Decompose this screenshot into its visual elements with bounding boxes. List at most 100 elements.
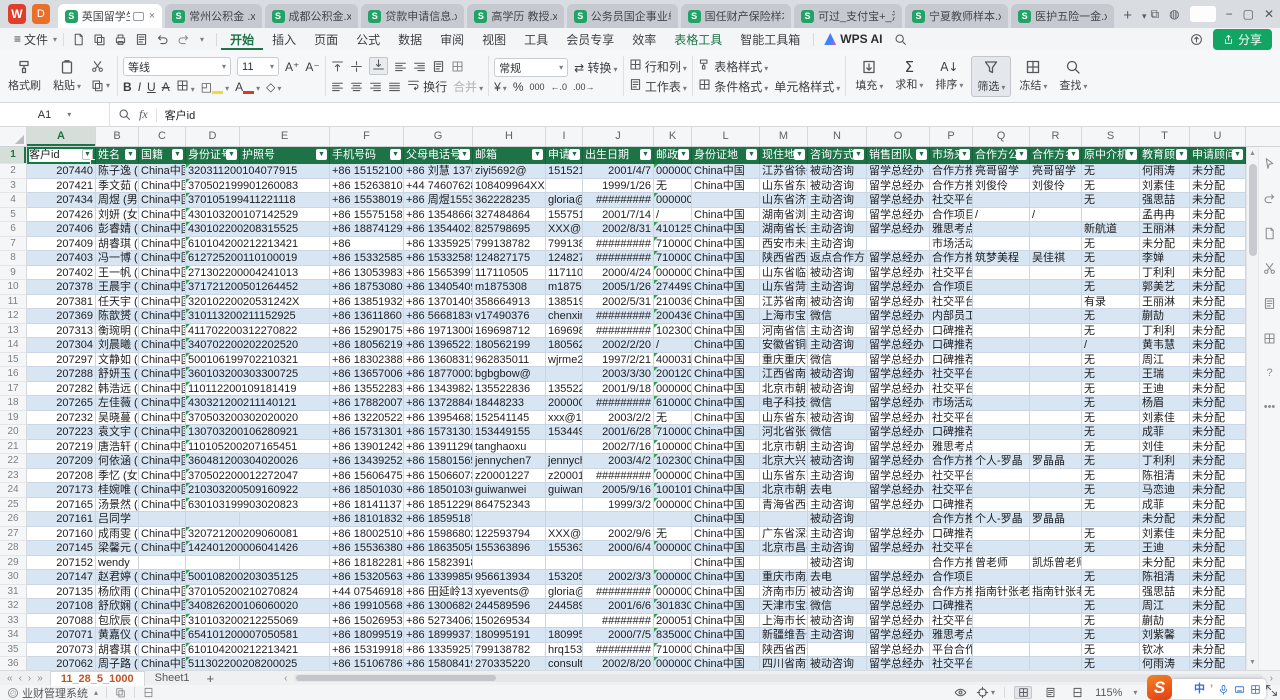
fx-icon[interactable]: fx (139, 107, 148, 122)
cell[interactable] (973, 657, 1030, 670)
cell[interactable] (473, 512, 546, 527)
cell[interactable]: 未分配 (1190, 512, 1246, 527)
filter-dropdown-button[interactable]: ▼ (1016, 149, 1027, 160)
cell[interactable]: 有录 (1082, 295, 1140, 310)
cell[interactable] (1030, 469, 1082, 484)
cell[interactable]: 207440 (27, 164, 96, 179)
cell[interactable]: 200120 (654, 367, 692, 382)
cell[interactable] (692, 193, 760, 208)
currency-button[interactable]: ¥▾ (494, 80, 507, 94)
cell[interactable] (1030, 266, 1082, 281)
cell[interactable]: 北京市朝阳 (760, 440, 808, 455)
cell[interactable]: +86 1506607386 (404, 469, 473, 484)
cell[interactable]: 207173 (27, 483, 96, 498)
cell[interactable]: 135522836 (546, 382, 583, 397)
menu-tab[interactable]: 会员专享 (557, 29, 623, 50)
column-header-cell[interactable]: 父母电话号码▼ (404, 147, 473, 164)
cell[interactable] (973, 498, 1030, 513)
cell[interactable]: 无 (1082, 309, 1140, 324)
cell[interactable]: 北京市昌平 (760, 541, 808, 556)
cell[interactable]: +86 1391129694 (404, 440, 473, 455)
cell[interactable]: 留学总经办 (867, 541, 930, 556)
cell[interactable]: 衡琬明 (女 (96, 324, 139, 339)
cell[interactable]: +86 1339985047 (404, 570, 473, 585)
cell[interactable]: +86 15263810 (330, 179, 404, 194)
cell[interactable]: 北京大兴区 (760, 454, 808, 469)
cell[interactable]: +86 18874129 (330, 222, 404, 237)
wps-ai-button[interactable]: WPS AI (818, 32, 888, 46)
cell[interactable]: 117110505 (546, 266, 583, 281)
cell[interactable]: 陕西省西安 (760, 643, 808, 658)
filter-dropdown-button[interactable]: ▼ (172, 149, 183, 160)
row-number[interactable]: 7 (0, 237, 27, 252)
cell[interactable] (583, 556, 654, 571)
cell[interactable]: +86 15026953 (330, 614, 404, 629)
cell[interactable]: 835000 (654, 628, 692, 643)
cell[interactable]: 梁馨元 (女 (96, 541, 139, 556)
column-letter[interactable]: E (240, 127, 330, 146)
file-tab[interactable]: S常州公积金 .xlsx (165, 4, 261, 28)
cell[interactable]: 102300 (654, 324, 692, 339)
cell[interactable]: 169698712 (473, 324, 546, 339)
cell[interactable]: 130703200106280921 (186, 425, 240, 440)
cell[interactable]: 被动咨询 (808, 179, 867, 194)
row-number[interactable]: 10 (0, 280, 27, 295)
cell[interactable]: China中国 (139, 309, 186, 324)
cell[interactable]: 207297 (27, 353, 96, 368)
cell[interactable]: China中国 (139, 396, 186, 411)
sheet-tab[interactable]: 11_28_5_1000 (50, 671, 145, 686)
cell[interactable]: +86 13552283 (330, 382, 404, 397)
cell[interactable]: 筑梦美程 (973, 251, 1030, 266)
layout-switch-icon[interactable]: ⧉ (1151, 8, 1160, 20)
cell[interactable]: 无 (654, 179, 692, 194)
cell[interactable] (973, 295, 1030, 310)
cell[interactable]: 370105200210270824 (186, 585, 240, 600)
cell[interactable]: China中国 (692, 469, 760, 484)
cell[interactable]: 358664913 (473, 295, 546, 310)
cell[interactable]: 合作方推荐 (930, 179, 973, 194)
cell[interactable]: 合作方推荐 (930, 512, 973, 527)
cell[interactable]: 天津市宝坻 (760, 599, 808, 614)
cell[interactable]: 强思喆 (1140, 585, 1190, 600)
cell[interactable]: 被动咨询 (808, 164, 867, 179)
menu-tab[interactable]: 插入 (263, 29, 305, 50)
cell[interactable]: China中国 (139, 280, 186, 295)
cell[interactable]: +86 1335925706 (404, 237, 473, 252)
column-letter[interactable]: F (330, 127, 404, 146)
column-header-cell[interactable]: 销售团队▼ (867, 147, 930, 164)
cell[interactable]: 季忆 (女) (96, 469, 139, 484)
cell[interactable]: China中国 (139, 440, 186, 455)
cell[interactable] (654, 556, 692, 571)
cell[interactable]: 留学总经办 (867, 324, 930, 339)
cell[interactable]: / (654, 208, 692, 223)
valign-top-icon[interactable] (331, 60, 344, 73)
ime-punctuation-icon[interactable]: ’ (1210, 684, 1213, 695)
cell[interactable]: +86 1360831276 (404, 353, 473, 368)
cell[interactable]: 未分配 (1190, 628, 1246, 643)
cell[interactable]: 马恋迪 (1140, 483, 1190, 498)
cell[interactable]: 韩浩远 (男 (96, 382, 139, 397)
cell[interactable]: +86 1354866895 (404, 208, 473, 223)
cell[interactable]: 2003/4/2 (583, 454, 654, 469)
cell[interactable]: 丁利利 (1140, 266, 1190, 281)
vertical-scrollbar[interactable]: ▲ ▼ (1246, 147, 1258, 670)
cell[interactable]: +86 13439252 (330, 454, 404, 469)
cell[interactable]: 何雨涛 (1140, 657, 1190, 670)
file-tab[interactable]: S英国留学生...× (58, 4, 162, 28)
cell[interactable] (1030, 570, 1082, 585)
file-tab[interactable]: S国任财产保险样本.x (681, 4, 791, 28)
column-letter[interactable]: I (546, 127, 583, 146)
cell[interactable]: +86 15320563 (330, 570, 404, 585)
filter-dropdown-button[interactable]: ▼ (532, 149, 543, 160)
cell[interactable]: chenxinyur (546, 309, 583, 324)
cell[interactable]: 1999/1/26 (583, 179, 654, 194)
cell[interactable]: +86 18099519 (330, 628, 404, 643)
cell[interactable]: 无 (1082, 585, 1140, 600)
cell[interactable]: 207369 (27, 309, 96, 324)
column-letter[interactable]: L (692, 127, 760, 146)
cell[interactable]: 孟冉冉 (1140, 208, 1190, 223)
cell[interactable]: 成菲 (1140, 425, 1190, 440)
cell[interactable]: +86 1340540988 (404, 280, 473, 295)
cell[interactable] (1030, 614, 1082, 629)
cell[interactable] (240, 512, 330, 527)
